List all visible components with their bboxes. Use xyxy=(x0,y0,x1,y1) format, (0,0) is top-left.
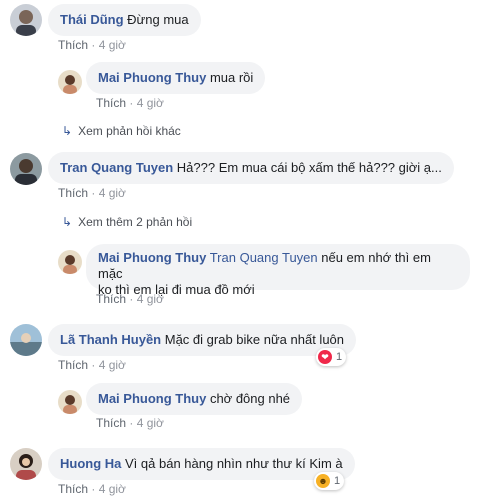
comment-bubble: Mai Phuong Thuy Tran Quang Tuyen nếu em … xyxy=(86,244,470,297)
timestamp[interactable]: 4 giờ xyxy=(99,186,126,200)
timestamp[interactable]: 4 giờ xyxy=(99,482,126,496)
timestamp[interactable]: 4 giờ xyxy=(99,358,126,372)
comment-bubble: Mai Phuong Thuy mua rồi xyxy=(86,62,266,94)
comment-meta: Thích · 4 giờ xyxy=(58,482,126,496)
timestamp[interactable]: 4 giờ xyxy=(137,292,164,306)
separator: · xyxy=(88,358,99,372)
comment-meta: Thích · 4 giờ xyxy=(58,38,126,52)
avatar[interactable] xyxy=(10,448,42,480)
comment-meta: Thích · 4 giờ xyxy=(96,416,164,430)
reaction-count: 1 xyxy=(334,475,341,487)
comment-meta: Thích · 4 giờ xyxy=(96,292,164,306)
user-avatar-image xyxy=(58,70,82,94)
view-two-more-replies-link[interactable]: ↳ Xem thêm 2 phản hồi xyxy=(62,215,192,229)
comment-bubble: Thái Dũng Đừng mua xyxy=(48,4,201,36)
haha-reaction-icon: ☻ xyxy=(316,474,330,488)
separator: · xyxy=(88,186,99,200)
like-link[interactable]: Thích xyxy=(96,292,126,306)
timestamp[interactable]: 4 giờ xyxy=(137,96,164,110)
separator: · xyxy=(126,292,137,306)
comment-text: mua rồi xyxy=(209,70,254,85)
separator: · xyxy=(126,416,137,430)
comment-text: Vì qả bán hàng nhìn như thư kí Kim à xyxy=(125,456,343,471)
comment-bubble: Mai Phuong Thuy chờ đông nhé xyxy=(86,383,303,415)
comment-author[interactable]: Mai Phuong Thuy xyxy=(98,391,206,406)
comment-author[interactable]: Mai Phuong Thuy xyxy=(98,70,206,85)
reaction-summary[interactable]: ❤ 1 xyxy=(316,348,347,366)
separator: · xyxy=(126,96,137,110)
separator: · xyxy=(88,482,99,496)
timestamp[interactable]: 4 giờ xyxy=(137,416,164,430)
user-avatar-image xyxy=(10,153,42,185)
like-link[interactable]: Thích xyxy=(58,482,88,496)
like-link[interactable]: Thích xyxy=(58,358,88,372)
comment-text: Mặc đi grab bike nữa nhất luôn xyxy=(164,332,345,347)
reaction-summary[interactable]: ☻ 1 xyxy=(314,472,345,490)
comment-author[interactable]: Tran Quang Tuyen xyxy=(60,160,173,175)
avatar[interactable] xyxy=(10,4,42,36)
like-link[interactable]: Thích xyxy=(96,416,126,430)
comment-author[interactable]: Mai Phuong Thuy xyxy=(98,250,206,265)
comment-meta: Thích · 4 giờ xyxy=(58,186,126,200)
mentioned-user[interactable]: Tran Quang Tuyen xyxy=(210,250,318,265)
user-avatar-image xyxy=(10,324,42,356)
view-more-replies-label[interactable]: Xem phản hồi khác xyxy=(78,124,181,138)
avatar[interactable] xyxy=(58,250,82,274)
like-link[interactable]: Thích xyxy=(58,38,88,52)
comment-bubble: Huong Ha Vì qả bán hàng nhìn như thư kí … xyxy=(48,448,355,480)
comment-text: Hả??? Em mua cái bộ xấm thế hả??? giời ạ… xyxy=(176,160,442,175)
comment-bubble: Tran Quang Tuyen Hả??? Em mua cái bộ xấm… xyxy=(48,152,454,184)
avatar[interactable] xyxy=(10,324,42,356)
view-two-more-replies-label[interactable]: Xem thêm 2 phản hồi xyxy=(78,215,192,229)
comment-meta: Thích · 4 giờ xyxy=(96,96,164,110)
reaction-count: 1 xyxy=(336,351,343,363)
reply-arrow-icon: ↳ xyxy=(62,215,73,229)
comment-bubble: Lã Thanh Huyền Mặc đi grab bike nữa nhất… xyxy=(48,324,357,356)
reply-arrow-icon: ↳ xyxy=(62,124,73,138)
avatar[interactable] xyxy=(10,153,42,185)
comment-text: chờ đông nhé xyxy=(209,391,291,406)
timestamp[interactable]: 4 giờ xyxy=(99,38,126,52)
user-avatar-image xyxy=(10,4,42,36)
comment-author[interactable]: Thái Dũng xyxy=(60,12,124,27)
user-avatar-image xyxy=(58,390,82,414)
like-link[interactable]: Thích xyxy=(58,186,88,200)
like-link[interactable]: Thích xyxy=(96,96,126,110)
comment-meta: Thích · 4 giờ xyxy=(58,358,126,372)
comment-author[interactable]: Lã Thanh Huyền xyxy=(60,332,161,347)
user-avatar-image xyxy=(10,448,42,480)
comment-text: Đừng mua xyxy=(127,12,189,27)
love-reaction-icon: ❤ xyxy=(318,350,332,364)
user-avatar-image xyxy=(58,250,82,274)
avatar[interactable] xyxy=(58,70,82,94)
view-more-replies-link[interactable]: ↳ Xem phản hồi khác xyxy=(62,124,181,138)
separator: · xyxy=(88,38,99,52)
avatar[interactable] xyxy=(58,390,82,414)
comment-author[interactable]: Huong Ha xyxy=(60,456,121,471)
